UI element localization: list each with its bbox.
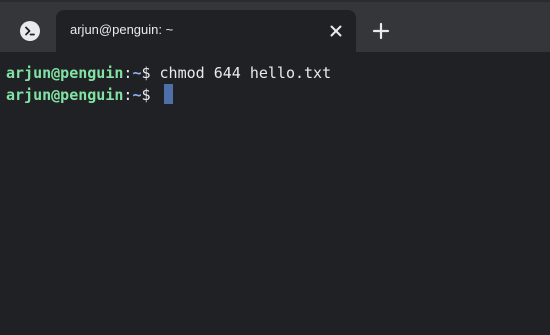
- command-text: chmod 644 hello.txt: [159, 64, 332, 82]
- tab-title: arjun@penguin: ~: [70, 22, 174, 37]
- terminal-window: arjun@penguin: ~ arjun@penguin:~$ chmod …: [0, 0, 550, 335]
- text-cursor: [163, 84, 173, 104]
- prompt-symbol: $: [141, 86, 160, 104]
- prompt-symbol: $: [141, 64, 160, 82]
- prompt-user: arjun@penguin: [6, 86, 124, 104]
- terminal-line: arjun@penguin:~$ chmod 644 hello.txt: [6, 63, 550, 84]
- plus-icon[interactable]: [372, 22, 390, 40]
- prompt-user: arjun@penguin: [6, 64, 124, 82]
- close-icon[interactable]: [328, 23, 344, 39]
- tab-terminal[interactable]: arjun@penguin: ~: [56, 10, 356, 52]
- terminal-line: arjun@penguin:~$: [6, 84, 550, 105]
- terminal-output[interactable]: arjun@penguin:~$ chmod 644 hello.txt arj…: [0, 52, 550, 335]
- terminal-icon[interactable]: [20, 21, 40, 41]
- tab-strip: arjun@penguin: ~: [0, 0, 550, 52]
